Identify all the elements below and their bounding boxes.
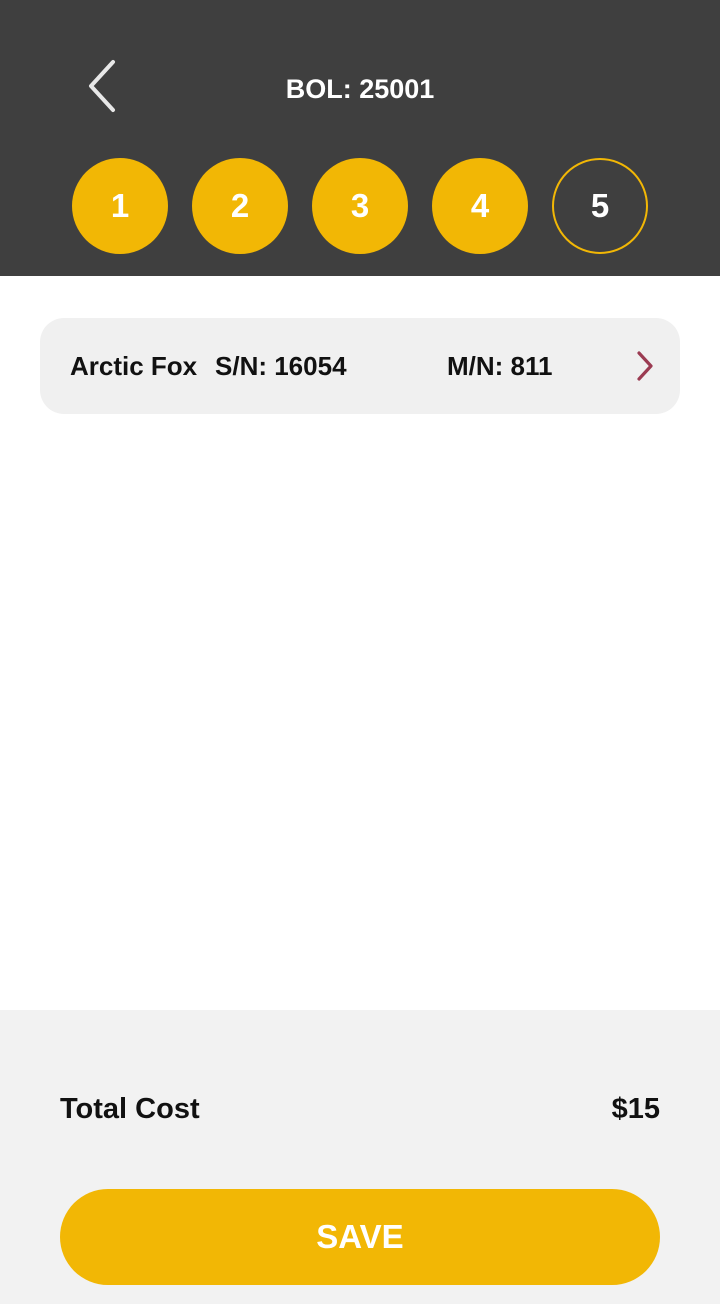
item-name: Arctic Fox xyxy=(70,351,198,381)
chevron-left-icon xyxy=(89,60,115,112)
item-model-number: M/N: 811 xyxy=(447,351,553,381)
list-item[interactable]: Arctic Fox S/N: 16054 M/N: 811 xyxy=(40,318,680,414)
step-indicator: 1 2 3 4 5 xyxy=(0,158,720,256)
save-button[interactable]: SAVE xyxy=(60,1189,660,1285)
total-cost-label: Total Cost xyxy=(60,1093,200,1125)
step-4[interactable]: 4 xyxy=(432,158,528,254)
total-cost-value: $15 xyxy=(611,1093,660,1125)
step-5[interactable]: 5 xyxy=(552,158,648,254)
step-2[interactable]: 2 xyxy=(192,158,288,254)
step-1[interactable]: 1 xyxy=(72,158,168,254)
item-serial-number: S/N: 16054 xyxy=(215,351,347,381)
step-3[interactable]: 3 xyxy=(312,158,408,254)
header-bar: BOL: 25001 1 2 3 4 5 xyxy=(0,0,720,276)
footer-panel: Total Cost $15 SAVE xyxy=(0,1010,720,1304)
page-title: BOL: 25001 xyxy=(285,74,435,104)
chevron-right-icon xyxy=(630,346,660,386)
back-button[interactable] xyxy=(72,52,132,120)
